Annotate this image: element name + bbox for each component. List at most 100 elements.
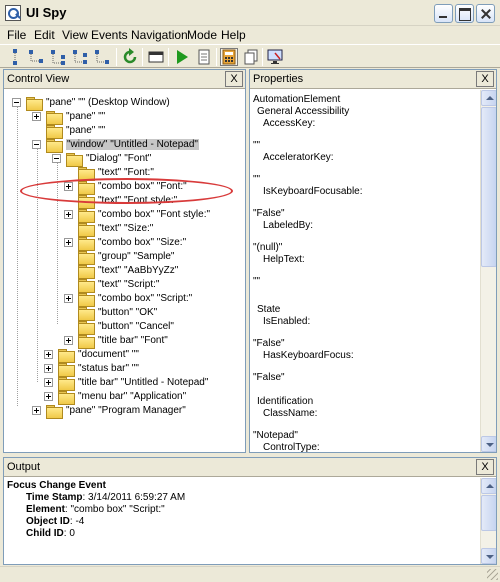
expand-toggle[interactable] <box>44 378 53 387</box>
property-line: State <box>257 304 281 315</box>
scroll-up-icon[interactable] <box>481 478 496 494</box>
collapse-toggle[interactable] <box>12 98 21 107</box>
expand-toggle[interactable] <box>64 294 73 303</box>
calculator-icon[interactable] <box>220 48 238 66</box>
control-view-header: Control View X <box>4 70 245 89</box>
tree-node-label: "button" "Cancel" <box>98 321 174 332</box>
property-line: HasKeyboardFocus: <box>263 350 354 361</box>
event-field: Object ID: -4 <box>26 516 84 527</box>
control-view-title: Control View <box>7 73 70 85</box>
toolbar-separator <box>168 48 169 66</box>
tree-node-label: "Dialog" "Font" <box>86 153 152 164</box>
tree-node-label: "title bar" "Untitled - Notepad" <box>78 377 209 388</box>
property-line: ControlType: <box>263 442 320 452</box>
tree-parent-icon[interactable] <box>6 48 24 66</box>
ui-spy-app-icon[interactable] <box>5 5 21 21</box>
expand-toggle[interactable] <box>64 336 73 345</box>
control-view-close-button[interactable]: X <box>225 71 243 87</box>
output-title: Output <box>7 461 41 473</box>
tree-node-label: "group" "Sample" <box>98 251 175 262</box>
scroll-down-icon[interactable] <box>481 548 496 564</box>
properties-scrollbar[interactable] <box>480 90 496 452</box>
title-bar[interactable]: UI Spy <box>0 0 500 26</box>
tree-first-child-icon[interactable] <box>28 48 46 66</box>
folder-icon <box>78 209 95 223</box>
tree-node-label: "combo box" "Size:" <box>98 237 187 248</box>
tree-node-label: "title bar" "Font" <box>98 335 168 346</box>
document-icon[interactable] <box>195 48 213 66</box>
folder-icon <box>46 405 63 419</box>
window-icon[interactable] <box>147 48 165 66</box>
scroll-down-icon[interactable] <box>481 436 496 452</box>
output-scrollbar[interactable] <box>480 478 496 564</box>
property-line: HelpText: <box>263 254 305 265</box>
collapse-toggle[interactable] <box>52 154 61 163</box>
properties-list[interactable]: AutomationElement General Accessibility … <box>250 90 496 452</box>
folder-icon <box>58 391 75 405</box>
output-header: Output X <box>4 458 496 477</box>
event-field: Child ID: 0 <box>26 528 75 539</box>
expand-toggle[interactable] <box>44 392 53 401</box>
tree-line <box>37 144 38 382</box>
property-line: AutomationElement <box>253 94 341 105</box>
toolbar-separator <box>142 48 143 66</box>
tree-last-child-icon[interactable] <box>94 48 112 66</box>
expand-toggle[interactable] <box>32 112 41 121</box>
menu-view[interactable]: View <box>62 28 88 42</box>
maximize-button[interactable] <box>455 4 474 23</box>
scroll-up-icon[interactable] <box>481 90 496 106</box>
menu-edit[interactable]: Edit <box>34 28 55 42</box>
close-window-button[interactable] <box>476 4 495 23</box>
menu-mode[interactable]: Mode <box>187 28 217 42</box>
property-line: IsKeyboardFocusable: <box>263 186 363 197</box>
collapse-toggle[interactable] <box>32 140 41 149</box>
tree-node-label: "combo box" "Script:" <box>98 293 193 304</box>
property-line: "" <box>253 140 261 151</box>
scroll-thumb[interactable] <box>481 495 496 531</box>
tree-prev-sibling-icon[interactable] <box>50 48 68 66</box>
toolbar-separator <box>116 48 117 66</box>
event-title: Focus Change Event <box>7 480 106 491</box>
property-line: IsEnabled: <box>263 316 311 327</box>
refresh-icon[interactable] <box>121 48 139 66</box>
folder-icon <box>66 153 83 167</box>
expand-toggle[interactable] <box>64 210 73 219</box>
tree-node-label: "status bar" "" <box>78 363 139 374</box>
tree-node-label: "text" "AaBbYyZz" <box>98 265 179 276</box>
expand-toggle[interactable] <box>44 350 53 359</box>
tree-node-label: "combo box" "Font style:" <box>98 209 211 220</box>
folder-icon <box>58 377 75 391</box>
property-line: AccessKey: <box>263 118 316 129</box>
folder-icon <box>78 279 95 293</box>
tree-node-label: "menu bar" "Application" <box>78 391 187 402</box>
folder-icon <box>46 111 63 125</box>
expand-toggle[interactable] <box>64 238 73 247</box>
expand-toggle[interactable] <box>44 364 53 373</box>
tree-node-label: "text" "Size:" <box>98 223 154 234</box>
properties-close-button[interactable]: X <box>476 71 494 87</box>
scroll-thumb[interactable] <box>481 107 496 267</box>
screen-icon[interactable] <box>266 48 284 66</box>
property-line: "False" <box>253 372 285 383</box>
tree-next-sibling-icon[interactable] <box>72 48 90 66</box>
menu-events[interactable]: Events <box>91 28 128 42</box>
output-pane: Output X Focus Change Event Time Stamp: … <box>3 457 497 565</box>
menu-navigation[interactable]: Navigation <box>131 28 188 42</box>
menu-file[interactable]: File <box>7 28 26 42</box>
output-close-button[interactable]: X <box>476 459 494 475</box>
property-line: Identification <box>257 396 314 407</box>
output-log[interactable]: Focus Change Event Time Stamp: 3/14/2011… <box>4 478 496 564</box>
menu-help[interactable]: Help <box>221 28 246 42</box>
folder-icon <box>46 125 63 139</box>
event-field-label: Time Stamp <box>26 492 83 503</box>
minimize-button[interactable] <box>434 4 453 23</box>
property-line: "" <box>253 276 261 287</box>
control-tree[interactable]: "pane" "" (Desktop Window) "pane" "" "pa… <box>4 90 245 452</box>
play-icon[interactable] <box>173 48 191 66</box>
copy-icon[interactable] <box>242 48 260 66</box>
resize-grip-icon[interactable] <box>487 569 498 580</box>
expand-toggle[interactable] <box>32 406 41 415</box>
tree-node-label: "pane" "" <box>66 125 106 136</box>
folder-icon <box>78 251 95 265</box>
tree-line <box>17 102 18 406</box>
